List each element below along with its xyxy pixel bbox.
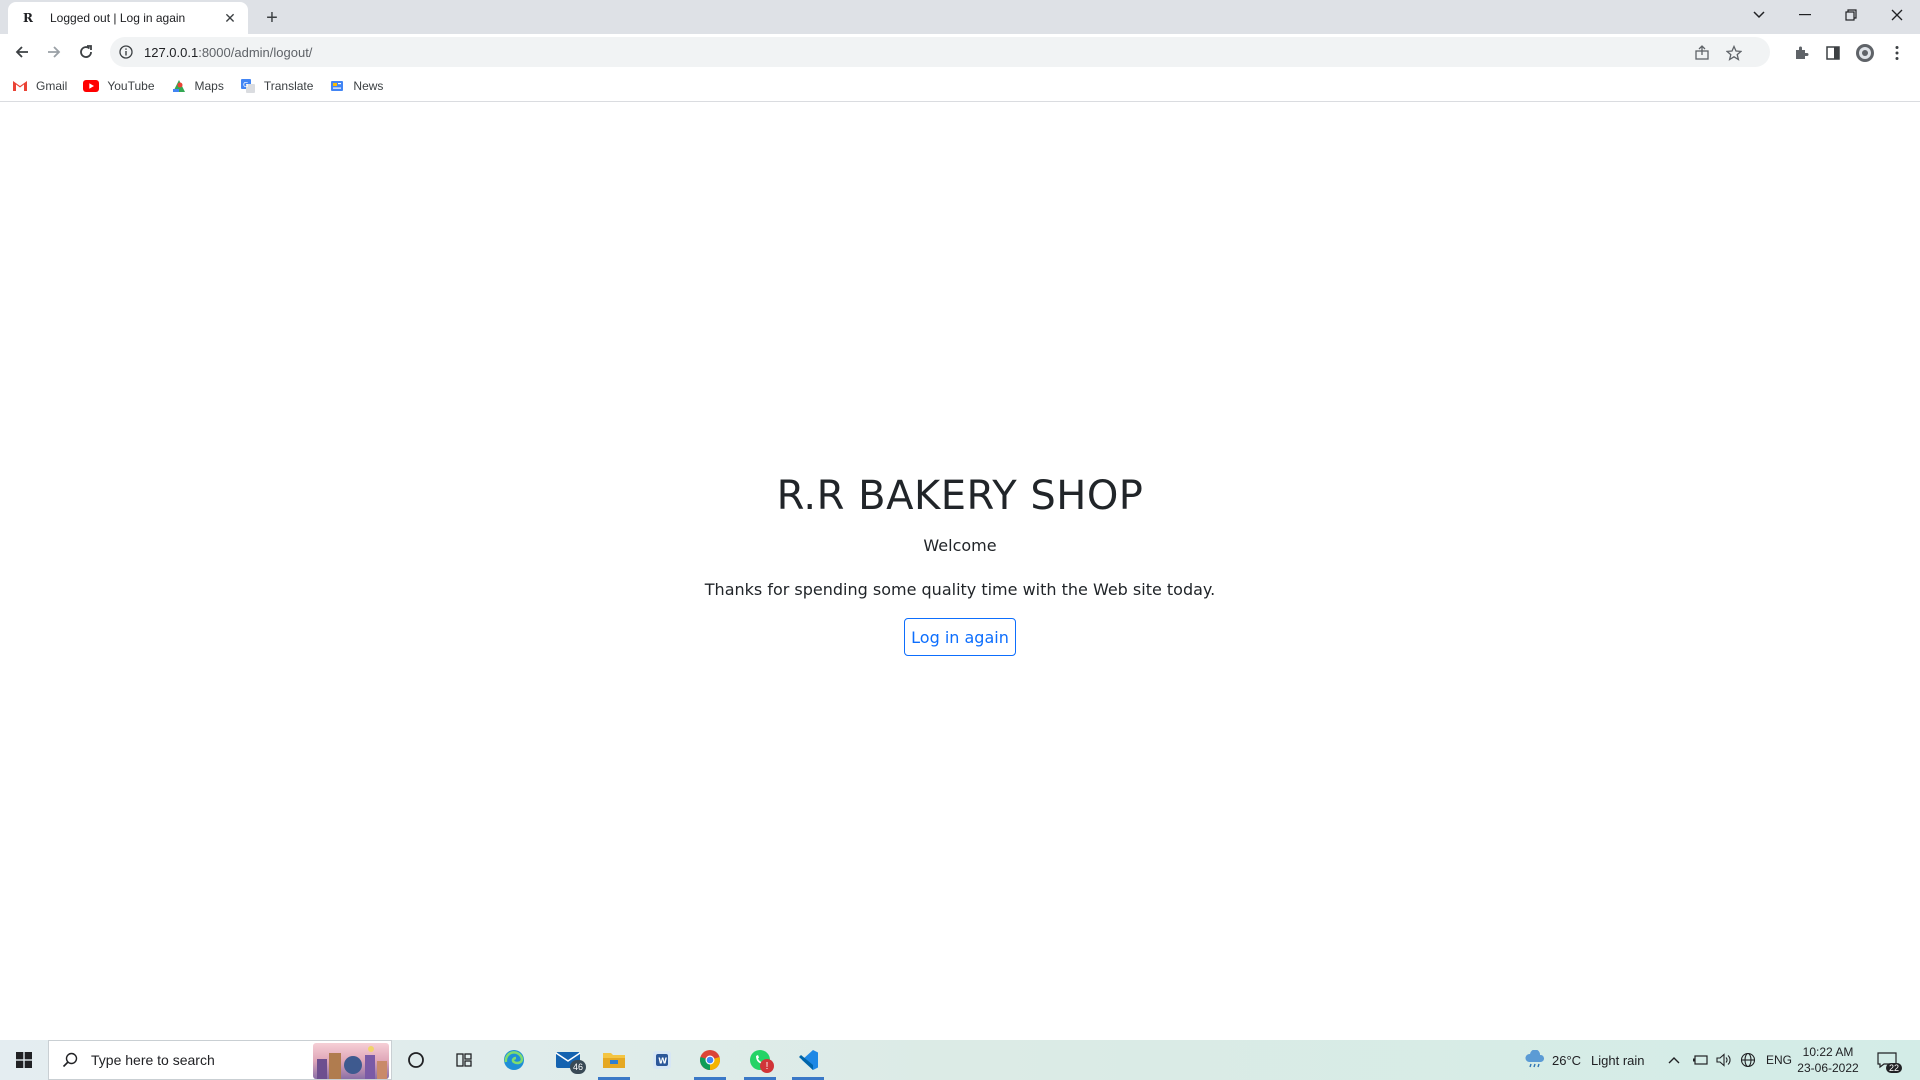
network-globe-icon[interactable]	[1740, 1040, 1756, 1080]
extensions-icon[interactable]	[1790, 42, 1812, 64]
battery-icon[interactable]	[1692, 1040, 1708, 1080]
weather-description: Light rain	[1591, 1052, 1645, 1068]
clock-date: 23-06-2022	[1797, 1061, 1859, 1075]
whatsapp-alert-badge: !	[760, 1059, 774, 1073]
new-tab-button[interactable]: +	[260, 6, 284, 30]
active-tab[interactable]: R Logged out | Log in again ✕	[8, 2, 248, 34]
notifications-icon[interactable]: 22	[1876, 1040, 1902, 1080]
share-icon[interactable]	[1692, 43, 1712, 63]
tab-close-icon[interactable]: ✕	[222, 10, 238, 26]
maps-icon	[171, 78, 187, 94]
whatsapp-icon[interactable]: !	[738, 1040, 782, 1080]
news-icon	[329, 78, 345, 94]
minimize-icon[interactable]	[1782, 0, 1828, 30]
bookmark-label: Translate	[263, 78, 314, 93]
bookmark-translate[interactable]: G Translate	[240, 78, 314, 94]
vscode-icon[interactable]	[786, 1040, 830, 1080]
reload-icon[interactable]	[72, 38, 100, 66]
youtube-icon	[83, 78, 100, 94]
show-hidden-icons-chevron-icon[interactable]	[1668, 1040, 1680, 1080]
side-panel-icon[interactable]	[1822, 42, 1844, 64]
search-icon	[61, 1051, 79, 1069]
bookmark-gmail[interactable]: Gmail	[12, 78, 67, 94]
rain-cloud-icon	[1524, 1050, 1546, 1070]
windows-start-icon[interactable]	[0, 1040, 48, 1080]
search-placeholder: Type here to search	[91, 1052, 215, 1068]
tab-strip: R Logged out | Log in again ✕ +	[0, 0, 1920, 34]
bookmark-maps[interactable]: Maps	[171, 78, 224, 94]
translate-icon: G	[240, 78, 256, 94]
menu-kebab-icon[interactable]	[1886, 42, 1908, 64]
url-host: 127.0.0.1	[144, 44, 199, 60]
tab-search-icon[interactable]	[1736, 0, 1782, 30]
url-text: 127.0.0.1:8000/admin/logout/	[144, 45, 312, 60]
gmail-icon	[12, 78, 28, 94]
svg-text:W: W	[658, 1057, 667, 1066]
notifications-count-badge: 22	[1885, 1063, 1902, 1073]
profile-avatar-icon[interactable]	[1854, 42, 1876, 64]
edge-icon[interactable]	[492, 1040, 536, 1080]
bookmarks-bar: Gmail YouTube Maps G Translate News	[0, 70, 1920, 102]
site-info-icon[interactable]	[118, 44, 134, 60]
bookmark-news[interactable]: News	[329, 78, 383, 94]
system-clock[interactable]: 10:22 AM 23-06-2022	[1788, 1044, 1868, 1076]
tab-title: Logged out | Log in again	[50, 11, 186, 25]
windows-taskbar: Type here to search 46 W ! 26°C Light ra…	[0, 1040, 1920, 1080]
bookmark-label: Gmail	[36, 78, 68, 93]
page-title: R.R BAKERY SHOP	[776, 473, 1144, 519]
search-highlight-illustration-icon[interactable]	[313, 1043, 389, 1079]
weather-temperature: 26°C	[1552, 1052, 1582, 1068]
bookmark-label: News	[353, 78, 384, 93]
bookmark-label: YouTube	[107, 78, 155, 93]
chrome-icon[interactable]	[688, 1040, 732, 1080]
task-view-icon[interactable]	[442, 1040, 486, 1080]
welcome-text: Welcome	[923, 536, 997, 555]
svg-text:G: G	[243, 81, 248, 89]
bookmark-youtube[interactable]: YouTube	[83, 78, 155, 94]
site-favicon-icon: R	[23, 11, 33, 25]
page-content: R.R BAKERY SHOP Welcome Thanks for spend…	[0, 103, 1920, 1040]
cortana-icon[interactable]	[394, 1040, 438, 1080]
url-path: :8000/admin/logout/	[198, 44, 313, 60]
bookmark-label: Maps	[194, 78, 224, 93]
log-in-again-button[interactable]: Log in again	[904, 618, 1016, 656]
address-bar[interactable]: 127.0.0.1:8000/admin/logout/	[110, 37, 1770, 67]
mail-icon[interactable]: 46	[546, 1040, 590, 1080]
word-icon[interactable]: W	[640, 1040, 684, 1080]
file-explorer-icon[interactable]	[592, 1040, 636, 1080]
logout-message: Thanks for spending some quality time wi…	[704, 580, 1216, 599]
mail-unread-badge: 46	[570, 1060, 586, 1074]
back-icon[interactable]	[8, 38, 36, 66]
taskbar-search-box[interactable]: Type here to search	[48, 1040, 392, 1080]
clock-time: 10:22 AM	[1802, 1045, 1854, 1059]
forward-icon[interactable]	[40, 38, 68, 66]
browser-toolbar: 127.0.0.1:8000/admin/logout/	[0, 34, 1920, 70]
weather-widget[interactable]: 26°C Light rain	[1524, 1040, 1645, 1080]
bookmark-star-icon[interactable]	[1724, 43, 1744, 63]
close-window-icon[interactable]	[1874, 0, 1920, 30]
volume-icon[interactable]	[1716, 1040, 1732, 1080]
restore-icon[interactable]	[1828, 0, 1874, 30]
